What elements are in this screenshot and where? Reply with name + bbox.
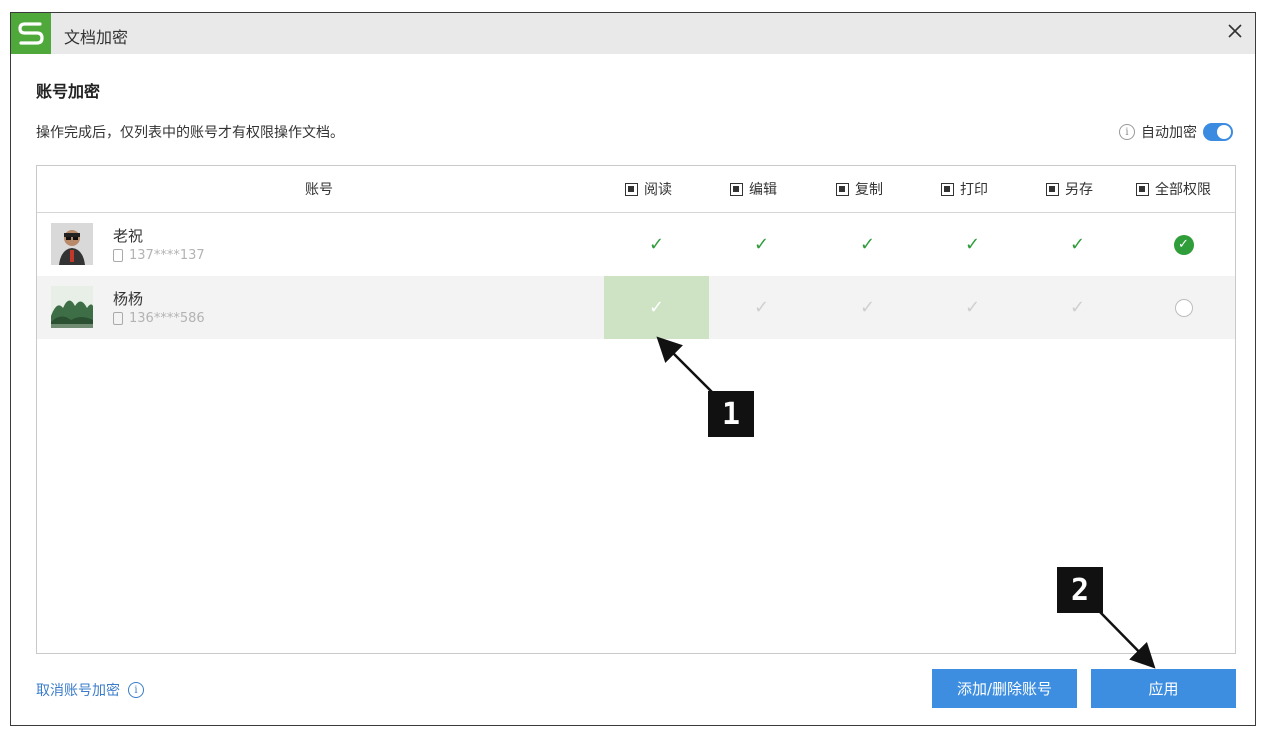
- permission-cell-read[interactable]: ✓: [604, 276, 709, 339]
- checkbox-copy[interactable]: [836, 182, 849, 196]
- table-header: 账号 阅读 编辑 复制 打印 另存 全部权限: [37, 166, 1235, 213]
- column-header-edit[interactable]: 编辑: [730, 166, 777, 212]
- checkbox-print[interactable]: [941, 182, 954, 196]
- wps-logo-icon: [11, 13, 51, 54]
- step-marker-1: 1: [708, 391, 754, 437]
- check-icon: ✓: [859, 234, 876, 255]
- dialog-window: 文档加密 账号加密 操作完成后，仅列表中的账号才有权限操作文档。 i 自动加密 …: [10, 12, 1256, 726]
- account-phone-number: 137****137: [129, 248, 205, 263]
- permission-cell-copy[interactable]: ✓: [815, 213, 920, 276]
- cancel-account-encryption-link[interactable]: 取消账号加密 i: [36, 680, 144, 700]
- auto-encrypt-toggle[interactable]: [1203, 123, 1233, 141]
- permission-cell-save-as[interactable]: ✓: [1025, 276, 1130, 339]
- column-header-print[interactable]: 打印: [941, 166, 988, 212]
- check-icon: ✓: [648, 234, 665, 255]
- account-name: 老祝: [113, 227, 144, 245]
- step-marker-2: 2: [1057, 567, 1103, 613]
- account-phone: 137****137: [113, 248, 205, 263]
- empty-circle-icon: [1174, 298, 1193, 317]
- checkbox-edit[interactable]: [730, 182, 743, 196]
- phone-icon: [113, 249, 123, 262]
- check-icon: ✓: [964, 297, 981, 318]
- info-icon[interactable]: i: [1119, 124, 1135, 140]
- column-label-save-as: 另存: [1065, 182, 1093, 198]
- permission-cell-edit[interactable]: ✓: [709, 213, 814, 276]
- account-phone-number: 136****586: [129, 311, 205, 326]
- check-icon: ✓: [648, 297, 665, 318]
- permission-cell-all[interactable]: [1131, 276, 1236, 339]
- permission-table: 账号 阅读 编辑 复制 打印 另存 全部权限 老祝 137****137 ✓ ✓…: [36, 165, 1236, 654]
- permission-cell-print[interactable]: ✓: [920, 213, 1025, 276]
- column-header-copy[interactable]: 复制: [836, 166, 883, 212]
- account-name: 杨杨: [113, 290, 144, 308]
- check-icon: ✓: [1069, 297, 1086, 318]
- phone-icon: [113, 312, 123, 325]
- column-header-save-as[interactable]: 另存: [1046, 166, 1093, 212]
- column-label-copy: 复制: [855, 182, 883, 198]
- avatar: [51, 223, 93, 265]
- section-title: 账号加密: [36, 82, 101, 101]
- permission-cell-print[interactable]: ✓: [920, 276, 1025, 339]
- table-row: 老祝 137****137 ✓ ✓ ✓ ✓ ✓ ✓: [37, 213, 1235, 276]
- check-icon: ✓: [1069, 234, 1086, 255]
- add-remove-account-button[interactable]: 添加/删除账号: [932, 669, 1077, 708]
- permission-cell-edit[interactable]: ✓: [709, 276, 814, 339]
- title-bar: 文档加密: [11, 13, 1255, 54]
- toggle-knob: [1217, 125, 1231, 139]
- column-header-account: 账号: [305, 182, 333, 198]
- info-icon[interactable]: i: [128, 682, 144, 698]
- check-icon: ✓: [859, 297, 876, 318]
- auto-encrypt-label: 自动加密: [1141, 125, 1197, 141]
- permission-cell-read[interactable]: ✓: [604, 213, 709, 276]
- permission-cell-copy[interactable]: ✓: [815, 276, 920, 339]
- column-label-edit: 编辑: [749, 182, 777, 198]
- permission-cell-save-as[interactable]: ✓: [1025, 213, 1130, 276]
- table-row: 杨杨 136****586 ✓ ✓ ✓ ✓ ✓: [37, 276, 1235, 339]
- check-icon: ✓: [753, 297, 770, 318]
- auto-encrypt-control: i 自动加密: [1119, 121, 1233, 143]
- permission-cell-all[interactable]: ✓: [1131, 213, 1236, 276]
- close-icon[interactable]: [1223, 19, 1247, 43]
- column-label-all: 全部权限: [1155, 182, 1211, 198]
- column-label-read: 阅读: [644, 182, 672, 198]
- description-text: 操作完成后，仅列表中的账号才有权限操作文档。: [36, 125, 344, 141]
- apply-button[interactable]: 应用: [1091, 669, 1236, 708]
- column-header-all[interactable]: 全部权限: [1136, 166, 1211, 212]
- cancel-link-label: 取消账号加密: [36, 683, 120, 699]
- window-title: 文档加密: [64, 28, 129, 47]
- avatar: [51, 286, 93, 328]
- check-icon: ✓: [964, 234, 981, 255]
- checkbox-read[interactable]: [625, 182, 638, 196]
- check-icon: ✓: [753, 234, 770, 255]
- column-label-print: 打印: [960, 182, 988, 198]
- circle-check-icon: ✓: [1173, 234, 1194, 255]
- checkbox-save-as[interactable]: [1046, 182, 1059, 196]
- account-phone: 136****586: [113, 311, 205, 326]
- column-header-read[interactable]: 阅读: [625, 166, 672, 212]
- checkbox-all[interactable]: [1136, 182, 1149, 196]
